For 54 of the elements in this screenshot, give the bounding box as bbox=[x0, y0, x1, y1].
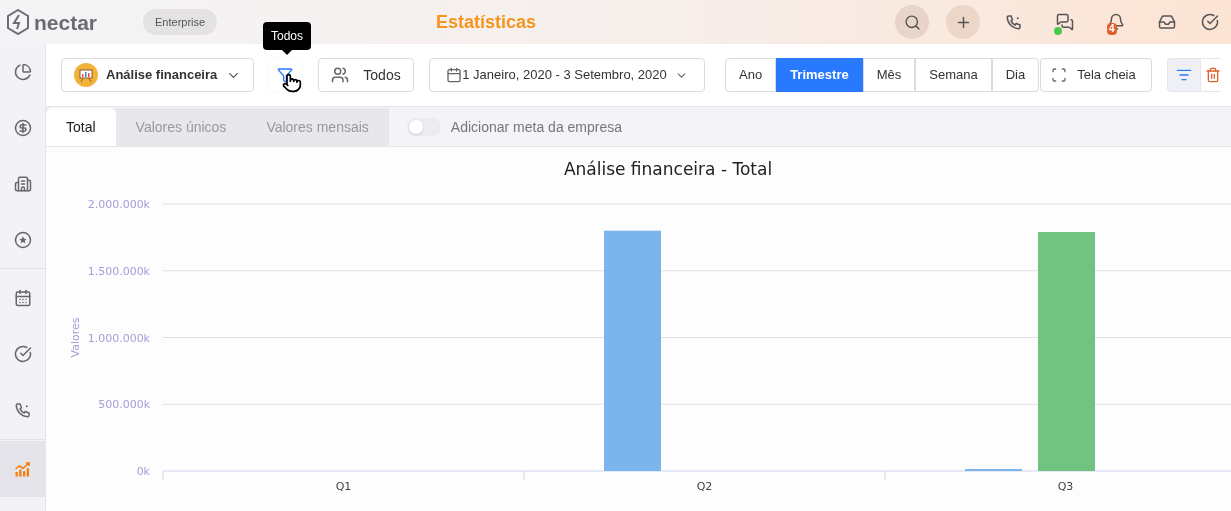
y-tick-label: 1.000.000k bbox=[87, 331, 150, 345]
hand-cursor-icon bbox=[282, 73, 302, 93]
dollar-icon bbox=[13, 119, 32, 137]
filter-icon bbox=[277, 67, 293, 83]
toggle-label: Adicionar meta da empresa bbox=[450, 117, 623, 137]
period-tab[interactable]: Trimestre bbox=[776, 58, 863, 92]
users-button[interactable]: Todos bbox=[318, 58, 414, 92]
y-tick-label: 2.000.000k bbox=[87, 198, 150, 211]
pie-chart-icon bbox=[13, 63, 32, 81]
x-tick-label: Q1 bbox=[335, 480, 352, 493]
x-tick-label: Q2 bbox=[696, 480, 713, 493]
search-icon bbox=[903, 13, 921, 31]
notification-count: 4 bbox=[1107, 23, 1117, 35]
period-tab[interactable]: Ano bbox=[725, 58, 777, 92]
building-icon bbox=[13, 175, 32, 193]
report-icon bbox=[74, 63, 98, 87]
phone-icon bbox=[1005, 13, 1023, 31]
y-tick-label: 0k bbox=[136, 465, 150, 478]
check-circle-icon bbox=[1201, 13, 1219, 31]
page-title: Estatísticas bbox=[436, 10, 537, 34]
add-button[interactable] bbox=[946, 5, 980, 39]
fullscreen-button[interactable]: Tela cheia bbox=[1040, 58, 1153, 92]
report-dropdown[interactable]: Análise financeira bbox=[61, 58, 254, 92]
phone-icon bbox=[13, 401, 32, 419]
y-tick-label: 500.000k bbox=[98, 398, 150, 412]
filter-button[interactable] bbox=[268, 58, 302, 92]
tab[interactable]: Total bbox=[46, 108, 116, 146]
x-tick-label: Q3 bbox=[1057, 480, 1074, 493]
check-circle-icon bbox=[13, 345, 32, 363]
chart-icon bbox=[13, 460, 32, 478]
inbox-icon bbox=[1158, 13, 1176, 31]
date-range-picker[interactable]: 1 Janeiro, 2020 - 3 Setembro, 2020 bbox=[429, 58, 705, 92]
chat-icon bbox=[1056, 13, 1074, 31]
calendar-icon bbox=[446, 67, 463, 83]
y-tick-label: 1.500.000k bbox=[87, 264, 150, 278]
filter-lines-icon bbox=[1176, 67, 1193, 83]
fullscreen-icon bbox=[1051, 67, 1068, 83]
logo-icon bbox=[6, 9, 30, 35]
period-tab[interactable]: Mês bbox=[862, 58, 916, 92]
users-icon bbox=[331, 66, 350, 84]
logo-text: nectar bbox=[34, 11, 98, 33]
search-button[interactable] bbox=[895, 5, 929, 39]
period-tab[interactable]: Dia bbox=[991, 58, 1040, 92]
period-tab[interactable]: Semana bbox=[915, 58, 992, 92]
y-axis-title: Valores bbox=[69, 317, 82, 358]
trash-icon bbox=[1205, 67, 1222, 83]
chart-title: Análise financeira - Total bbox=[563, 159, 773, 179]
notifications-button[interactable]: 4 bbox=[1099, 5, 1133, 39]
toggle-switch[interactable] bbox=[406, 118, 441, 136]
plan-badge: Enterprise bbox=[143, 8, 218, 36]
tooltip: Todos bbox=[263, 22, 312, 50]
list-filter-button[interactable] bbox=[1167, 58, 1202, 92]
delete-button[interactable] bbox=[1201, 58, 1222, 92]
calendar-icon bbox=[13, 289, 32, 307]
